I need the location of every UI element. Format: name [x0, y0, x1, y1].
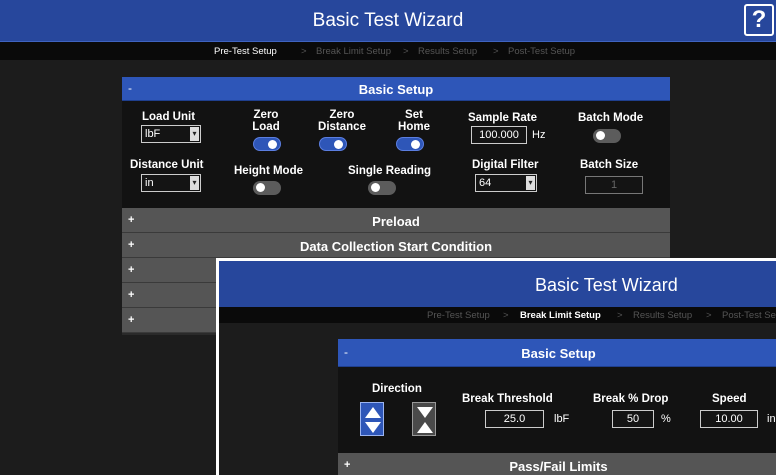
breadcrumb-post-test-setup[interactable]: Post-Test Se [722, 310, 776, 321]
breadcrumb-separator: > [493, 46, 499, 57]
single-reading-label: Single Reading [348, 165, 432, 177]
sample-rate-label: Sample Rate [468, 112, 538, 124]
breadcrumb-break-limit-setup[interactable]: Break Limit Setup [520, 310, 601, 321]
digital-filter-label: Digital Filter [472, 159, 539, 171]
up-down-arrows-icon [365, 407, 381, 433]
basic-setup-header[interactable]: - Basic Setup [338, 339, 776, 367]
sample-rate-input[interactable]: 100.000 [471, 126, 527, 144]
converging-arrows-icon [417, 407, 433, 433]
window-title: Basic Test Wizard [535, 275, 678, 295]
chevron-down-icon: ▾ [526, 176, 535, 190]
toggle-knob [411, 140, 420, 149]
batch-size-label: Batch Size [580, 159, 639, 171]
breadcrumb-separator: > [503, 310, 509, 321]
digital-filter-select[interactable]: 64 ▾ [475, 174, 537, 192]
section-data-collection-start[interactable]: + Data Collection Start Condition [122, 233, 670, 258]
break-threshold-label: Break Threshold [462, 393, 553, 405]
height-mode-toggle[interactable] [253, 181, 281, 195]
expand-toggle[interactable]: + [128, 314, 134, 326]
window-title: Basic Test Wizard [312, 10, 464, 31]
section-label: Pass/Fail Limits [509, 459, 608, 474]
breadcrumb: Pre-Test Setup > Break Limit Setup > Res… [0, 42, 776, 60]
speed-input[interactable]: 10.00 [700, 410, 758, 428]
breadcrumb-separator: > [706, 310, 712, 321]
wizard-window-foreground: Basic Test Wizard Pre-Test Setup > Break… [216, 258, 776, 475]
toggle-knob [268, 140, 277, 149]
break-drop-input[interactable]: 50 [612, 410, 654, 428]
load-unit-select[interactable]: lbF ▾ [141, 125, 201, 143]
direction-label: Direction [372, 383, 422, 395]
height-mode-label: Height Mode [234, 165, 303, 177]
breadcrumb-separator: > [403, 46, 409, 57]
breadcrumb-separator: > [301, 46, 307, 57]
toggle-knob [256, 183, 265, 192]
section-preload[interactable]: + Preload [122, 208, 670, 233]
sample-rate-unit: Hz [532, 129, 546, 141]
section-pass-fail-limits[interactable]: + Pass/Fail Limits [338, 453, 776, 475]
basic-setup-body: Load Unit lbF ▾ Distance Unit in ▾ Zero … [122, 101, 670, 209]
direction-up-down-button[interactable] [360, 402, 384, 436]
select-value: in [145, 177, 154, 189]
breadcrumb-results-setup[interactable]: Results Setup [633, 310, 692, 321]
break-drop-unit: % [661, 413, 671, 425]
help-button[interactable]: ? [744, 4, 774, 36]
break-threshold-input[interactable]: 25.0 [485, 410, 544, 428]
breadcrumb-results-setup[interactable]: Results Setup [418, 46, 477, 57]
batch-mode-toggle[interactable] [593, 129, 621, 143]
breadcrumb-pre-test-setup[interactable]: Pre-Test Setup [427, 310, 490, 321]
set-home-toggle[interactable] [396, 137, 424, 151]
single-reading-toggle[interactable] [368, 181, 396, 195]
select-value: 64 [479, 177, 492, 189]
toggle-knob [371, 183, 380, 192]
batch-size-input[interactable]: 1 [585, 176, 643, 194]
basic-setup-body: Direction Break Threshold 25.0 lbF Break… [338, 367, 776, 453]
direction-converge-button[interactable] [412, 402, 436, 436]
breadcrumb-pre-test-setup[interactable]: Pre-Test Setup [214, 46, 277, 57]
speed-label: Speed [712, 393, 747, 405]
breadcrumb: Pre-Test Setup > Break Limit Setup > Res… [219, 307, 776, 323]
breadcrumb-break-limit-setup[interactable]: Break Limit Setup [316, 46, 391, 57]
chevron-down-icon: ▾ [190, 127, 199, 141]
toggle-knob [334, 140, 343, 149]
expand-toggle[interactable]: + [128, 264, 134, 276]
zero-distance-label: Zero Distance [318, 109, 366, 133]
title-bar: Basic Test Wizard [219, 261, 776, 307]
basic-setup-header[interactable]: - Basic Setup [122, 77, 670, 101]
zero-load-label: Zero Load [252, 109, 280, 133]
zero-load-toggle[interactable] [253, 137, 281, 151]
section-label: Preload [372, 214, 420, 229]
breadcrumb-post-test-setup[interactable]: Post-Test Setup [508, 46, 575, 57]
speed-unit: in [767, 413, 776, 425]
section-title: Basic Setup [521, 346, 596, 361]
load-unit-label: Load Unit [142, 111, 196, 123]
break-drop-label: Break % Drop [593, 393, 669, 405]
select-value: lbF [145, 128, 161, 140]
expand-toggle[interactable]: + [128, 289, 134, 301]
break-threshold-unit: lbF [554, 413, 570, 425]
section-title: Basic Setup [358, 82, 434, 97]
set-home-label: Set Home [398, 109, 430, 133]
zero-distance-toggle[interactable] [319, 137, 347, 151]
batch-mode-label: Batch Mode [578, 112, 644, 124]
section-label: Data Collection Start Condition [299, 239, 493, 254]
distance-unit-label: Distance Unit [130, 159, 204, 171]
toggle-knob [596, 131, 605, 140]
setup-panel: - Basic Setup Direction Break Threshold … [338, 339, 776, 475]
title-bar: Basic Test Wizard ? [0, 0, 776, 42]
breadcrumb-separator: > [617, 310, 623, 321]
chevron-down-icon: ▾ [190, 176, 199, 190]
distance-unit-select[interactable]: in ▾ [141, 174, 201, 192]
